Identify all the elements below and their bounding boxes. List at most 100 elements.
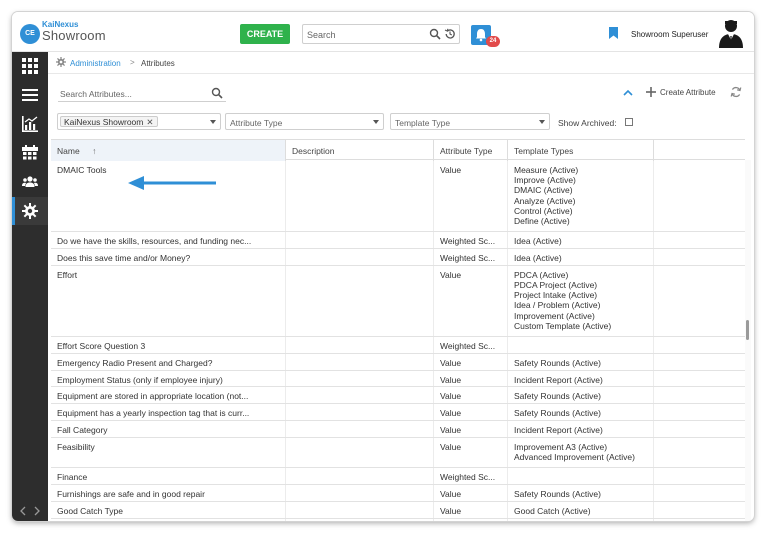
cell-name[interactable]: Growth xyxy=(51,518,286,521)
template-type-item: Control (Active) xyxy=(514,205,573,216)
annotation-arrow-icon xyxy=(128,176,216,190)
cell-description xyxy=(286,249,434,265)
avatar[interactable] xyxy=(717,18,745,48)
template-type-placeholder: Template Type xyxy=(395,118,451,128)
apps-grid-icon xyxy=(22,58,38,74)
table-row[interactable]: Finance Weighted Sc... xyxy=(51,468,745,485)
chevron-up-icon[interactable] xyxy=(622,88,634,98)
global-search-input[interactable]: Search xyxy=(302,24,460,44)
cell-name[interactable]: Furnishings are safe and in good repair xyxy=(51,485,286,501)
breadcrumb-administration-link[interactable]: Administration xyxy=(70,59,121,68)
cell-name[interactable]: Finance xyxy=(51,468,286,484)
template-type-item: DMAIC (Active) xyxy=(514,185,573,196)
table-row[interactable]: Furnishings are safe and in good repair V… xyxy=(51,485,745,502)
user-name[interactable]: Showroom Superuser xyxy=(631,30,708,39)
settings-icon xyxy=(22,203,38,219)
global-search-placeholder: Search xyxy=(307,30,336,40)
workspace-filter[interactable]: KaiNexus Showroom ✕ xyxy=(57,113,221,130)
breadcrumb-separator: > xyxy=(130,58,135,67)
column-header-label: Template Types xyxy=(514,146,574,156)
cell-attribute-type: Value xyxy=(434,501,508,518)
scrollbar-thumb[interactable] xyxy=(746,320,749,340)
sidebar-item-settings[interactable] xyxy=(12,197,48,225)
attribute-type-filter[interactable]: Attribute Type xyxy=(225,113,384,130)
template-type-item: Good Catch (Active) xyxy=(514,505,591,516)
cell-template-types: Measure (Active) Improve (Active) DMAIC (A… xyxy=(508,161,654,232)
chevron-down-icon[interactable] xyxy=(539,120,545,124)
cell-name[interactable]: Emergency Radio Present and Charged? xyxy=(51,353,286,370)
kainexus-logo[interactable]: CE KaiNexus Showroom xyxy=(20,20,110,46)
template-type-item: Safety Rounds (Active) xyxy=(514,408,601,419)
table-header: Name ↑ Description Attribute Type Templa… xyxy=(51,139,745,161)
table-row[interactable]: Emergency Radio Present and Charged? Valu… xyxy=(51,353,745,371)
workspace-filter-tag-label: KaiNexus Showroom xyxy=(64,117,144,127)
search-attributes-input[interactable]: Search Attributes... xyxy=(58,84,226,102)
cell-name[interactable]: Effort Score Question 3 xyxy=(51,337,286,353)
cell-name[interactable]: Effort xyxy=(51,265,286,336)
column-header-description[interactable]: Description xyxy=(286,140,434,161)
history-icon[interactable] xyxy=(444,28,456,40)
column-header-template-types[interactable]: Template Types xyxy=(508,140,654,161)
table-row[interactable]: Fall Category Value Incident Report (Activ… xyxy=(51,421,745,438)
search-icon[interactable] xyxy=(429,28,441,40)
notification-count-badge: 24 xyxy=(486,36,500,47)
chevron-right-icon[interactable] xyxy=(34,506,40,516)
cell-name[interactable]: Fall Category xyxy=(51,421,286,437)
table-row[interactable]: Feasibility Value Improvement A3 (Active) A… xyxy=(51,437,745,469)
cell-name[interactable]: Equipment has a yearly inspection tag th… xyxy=(51,404,286,420)
table-row[interactable]: Employment Status (only if employee inju… xyxy=(51,370,745,388)
close-icon[interactable]: ✕ xyxy=(146,117,153,127)
bookmark-icon[interactable] xyxy=(609,27,618,39)
cell-name[interactable]: Employment Status (only if employee inju… xyxy=(51,370,286,387)
cell-name[interactable]: Equipment are stored in appropriate loca… xyxy=(51,387,286,404)
cell-name[interactable]: Does this save time and/or Money? xyxy=(51,249,286,265)
cell-template-types: Safety Rounds (Active) xyxy=(508,404,654,420)
template-type-item: Custom Template (Active) xyxy=(514,320,612,331)
table-row[interactable]: Effort Value PDCA (Active) PDCA Project (Ac… xyxy=(51,265,745,337)
sidebar-item-reports[interactable] xyxy=(12,110,48,138)
chart-icon xyxy=(22,116,38,132)
cell-name[interactable]: Good Catch Type xyxy=(51,501,286,518)
sidebar-item-people[interactable] xyxy=(12,168,48,196)
sort-ascending-icon: ↑ xyxy=(92,146,97,156)
template-type-item: Advanced Improvement (Active) xyxy=(514,452,635,462)
table-row[interactable]: Equipment has a yearly inspection tag th… xyxy=(51,404,745,421)
table-row[interactable]: DMAIC Tools Value Measure (Active) Improve … xyxy=(51,161,745,233)
sidebar-item-apps[interactable] xyxy=(12,52,48,80)
refresh-icon[interactable] xyxy=(730,86,742,98)
sidebar-nav-arrows xyxy=(12,501,48,521)
template-type-filter[interactable]: Template Type xyxy=(390,113,550,130)
column-header-name[interactable]: Name ↑ xyxy=(51,140,286,161)
chevron-down-icon[interactable] xyxy=(210,120,216,124)
table-row[interactable]: Effort Score Question 3 Weighted Sc... xyxy=(51,337,745,354)
cell-name[interactable]: DMAIC Tools xyxy=(51,161,286,232)
sidebar-item-calendar[interactable] xyxy=(12,139,48,167)
template-type-item: Improve (Active) xyxy=(514,175,576,186)
show-archived-label: Show Archived: xyxy=(558,118,617,128)
column-header-label: Name xyxy=(57,146,80,156)
cell-name[interactable]: Do we have the skills, resources, and fu… xyxy=(51,232,286,248)
chevron-down-icon[interactable] xyxy=(373,120,379,124)
cell-description xyxy=(286,518,434,521)
table-row[interactable]: Growth Weighted Sc... xyxy=(51,518,745,521)
table-row[interactable]: Equipment are stored in appropriate loca… xyxy=(51,387,745,405)
table-row[interactable]: Do we have the skills, resources, and fu… xyxy=(51,232,745,249)
sidebar-item-list[interactable] xyxy=(12,81,48,109)
search-icon[interactable] xyxy=(211,87,223,99)
template-type-item: PDCA Project (Active) xyxy=(514,280,598,290)
chevron-left-icon[interactable] xyxy=(20,506,26,516)
show-archived-checkbox[interactable] xyxy=(625,118,633,126)
cell-name[interactable]: Feasibility xyxy=(51,437,286,468)
cell-attribute-type: Value xyxy=(434,421,508,437)
cell-description xyxy=(286,468,434,484)
cell-attribute-type: Weighted Sc... xyxy=(434,232,508,248)
create-button[interactable]: CREATE xyxy=(240,24,290,44)
top-bar: CE KaiNexus Showroom CREATE Search 24 Sh… xyxy=(12,12,754,52)
column-header-attribute-type[interactable]: Attribute Type xyxy=(434,140,508,161)
breadcrumb-current-page: Attributes xyxy=(141,59,175,68)
breadcrumb: Administration > Attributes xyxy=(48,52,754,74)
cell-description xyxy=(286,370,434,387)
table-row[interactable]: Does this save time and/or Money? Weighte… xyxy=(51,249,745,266)
scrollbar[interactable] xyxy=(745,160,751,521)
table-row[interactable]: Good Catch Type Value Good Catch (Active) xyxy=(51,501,745,519)
